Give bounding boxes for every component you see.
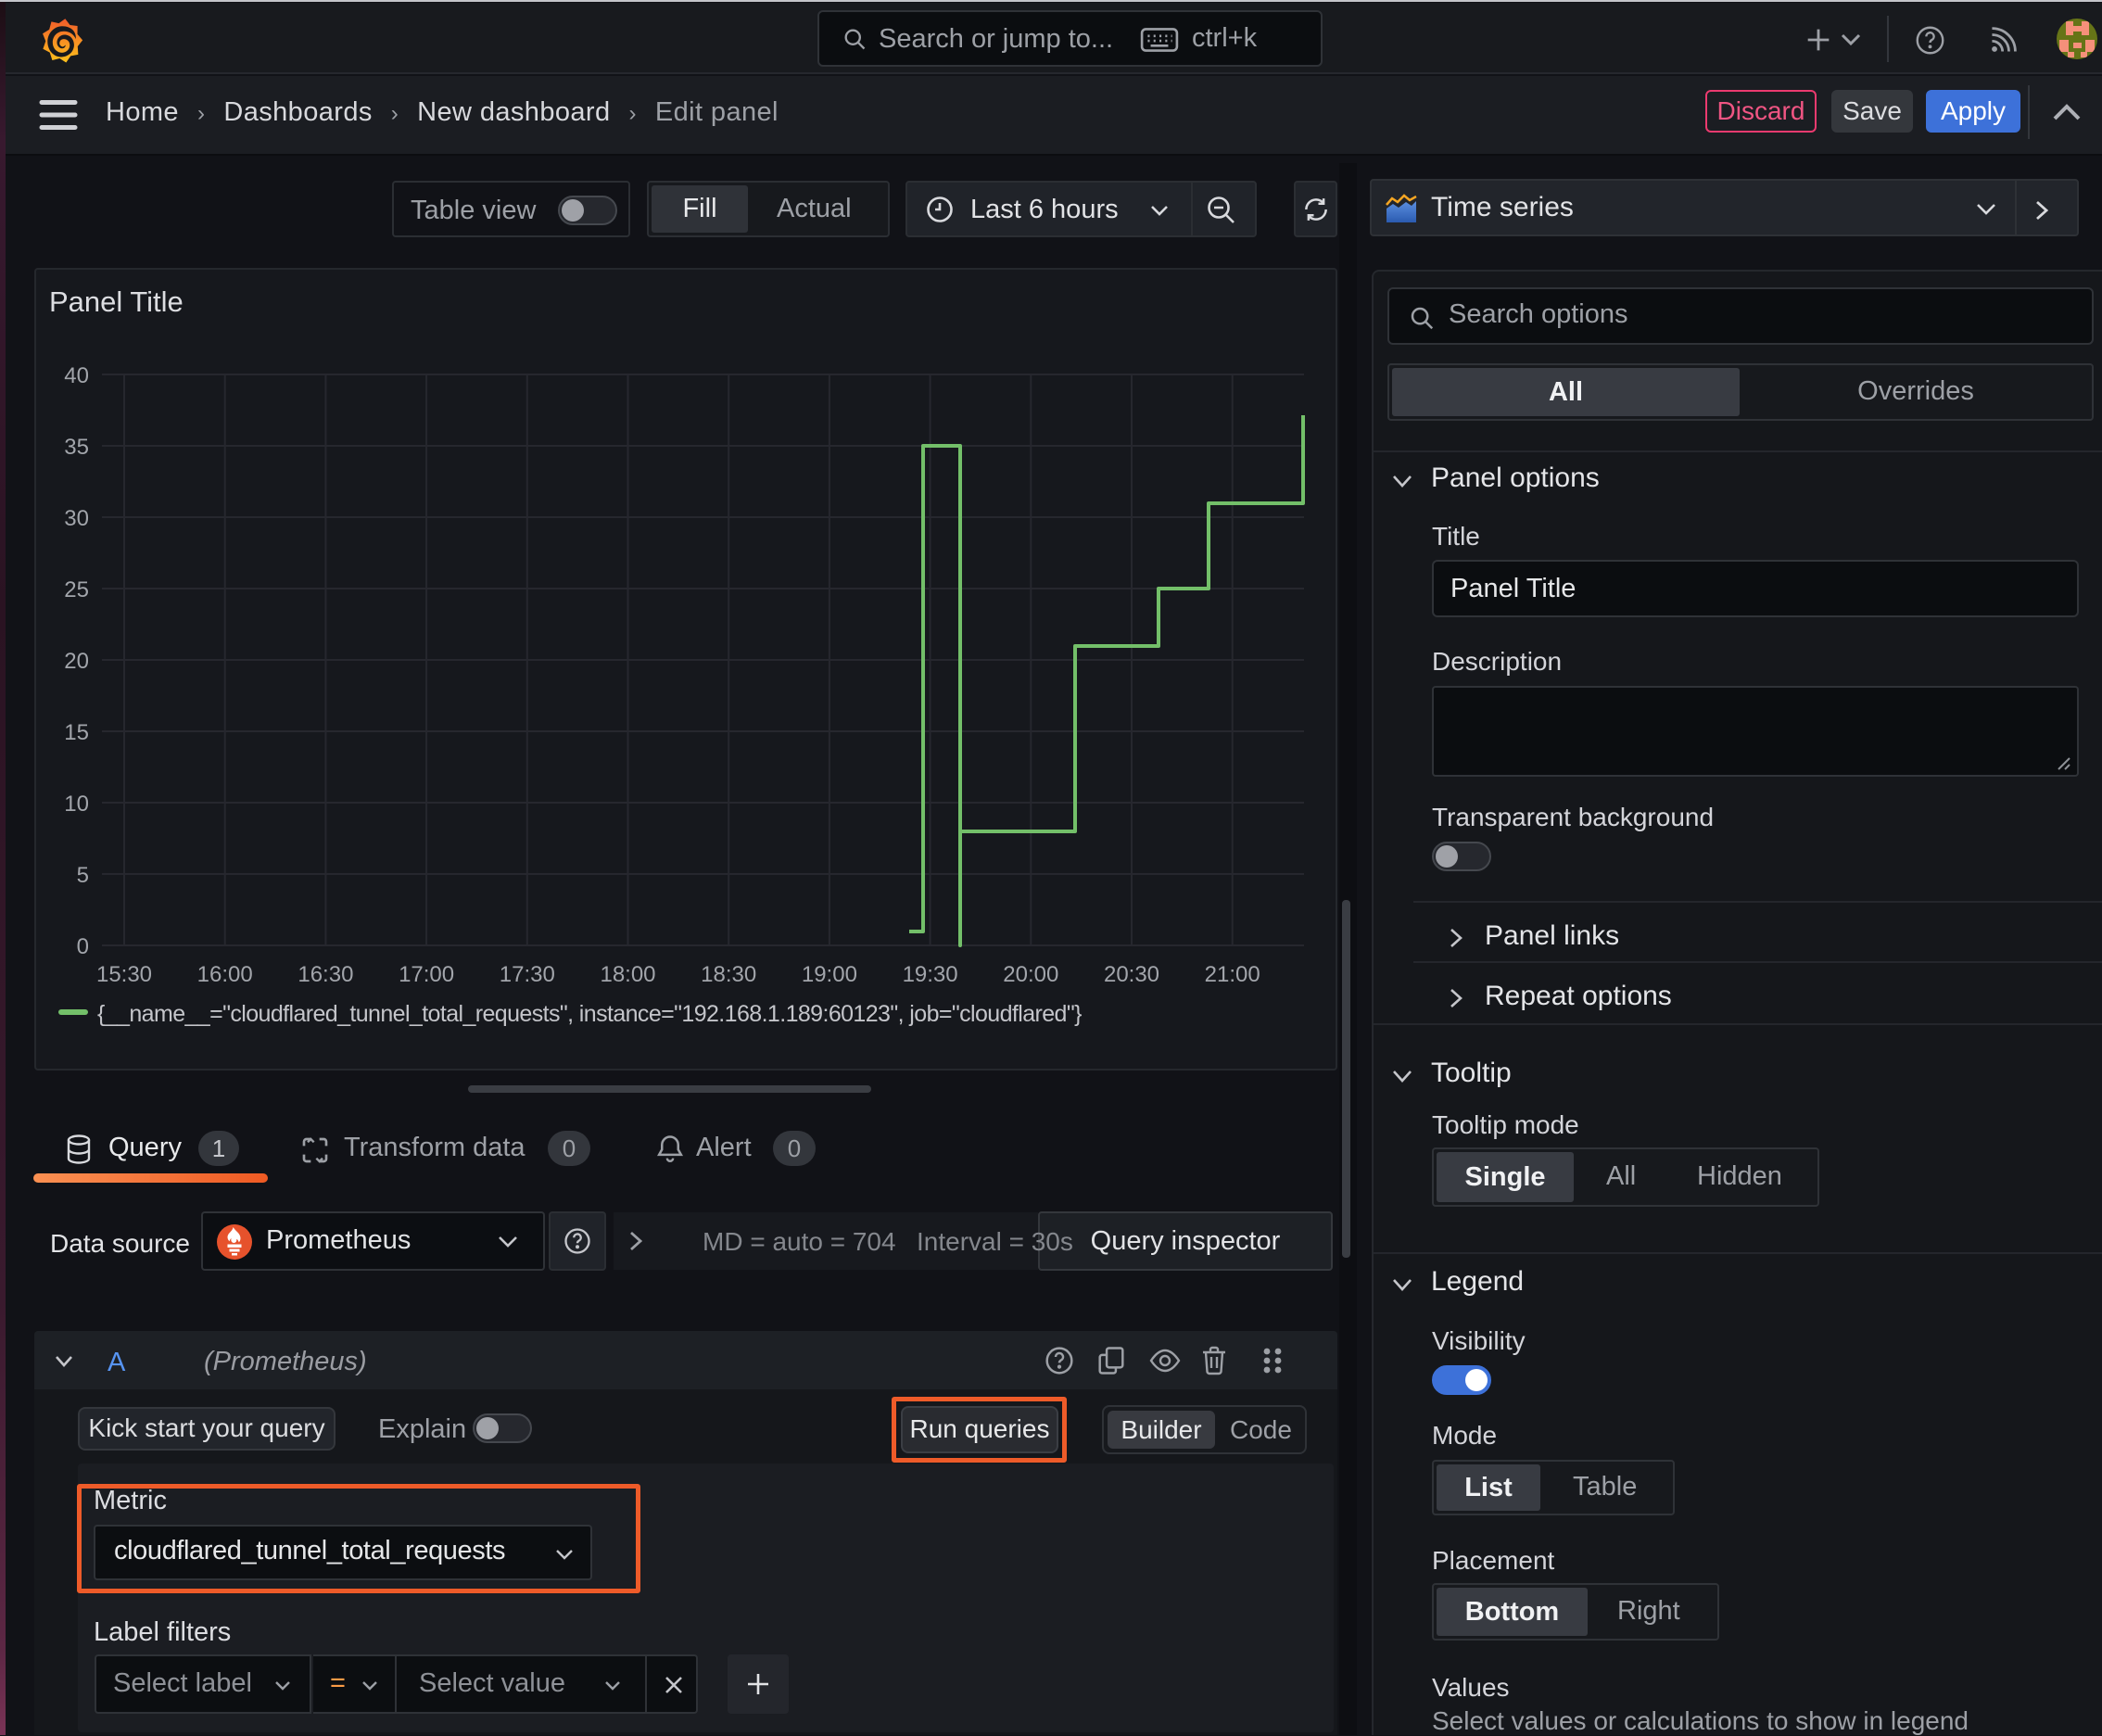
- svg-text:{__name__="cloudflared_tunnel_: {__name__="cloudflared_tunnel_total_requ…: [97, 1001, 1082, 1027]
- svg-text:21:00: 21:00: [1205, 962, 1260, 987]
- svg-text:0: 0: [77, 934, 89, 959]
- svg-text:15: 15: [64, 720, 89, 745]
- svg-text:5: 5: [77, 863, 89, 888]
- svg-text:20: 20: [64, 649, 89, 674]
- svg-text:16:00: 16:00: [197, 962, 253, 987]
- svg-text:17:00: 17:00: [399, 962, 454, 987]
- svg-text:20:00: 20:00: [1003, 962, 1058, 987]
- svg-text:10: 10: [64, 792, 89, 817]
- svg-text:20:30: 20:30: [1104, 962, 1159, 987]
- svg-text:25: 25: [64, 577, 89, 602]
- svg-text:17:30: 17:30: [500, 962, 555, 987]
- svg-text:16:30: 16:30: [298, 962, 353, 987]
- svg-text:30: 30: [64, 506, 89, 531]
- svg-text:15:30: 15:30: [96, 962, 152, 987]
- svg-text:19:00: 19:00: [802, 962, 857, 987]
- svg-text:19:30: 19:30: [903, 962, 958, 987]
- svg-text:40: 40: [64, 363, 89, 388]
- svg-text:18:30: 18:30: [701, 962, 756, 987]
- svg-text:18:00: 18:00: [600, 962, 655, 987]
- svg-text:35: 35: [64, 435, 89, 460]
